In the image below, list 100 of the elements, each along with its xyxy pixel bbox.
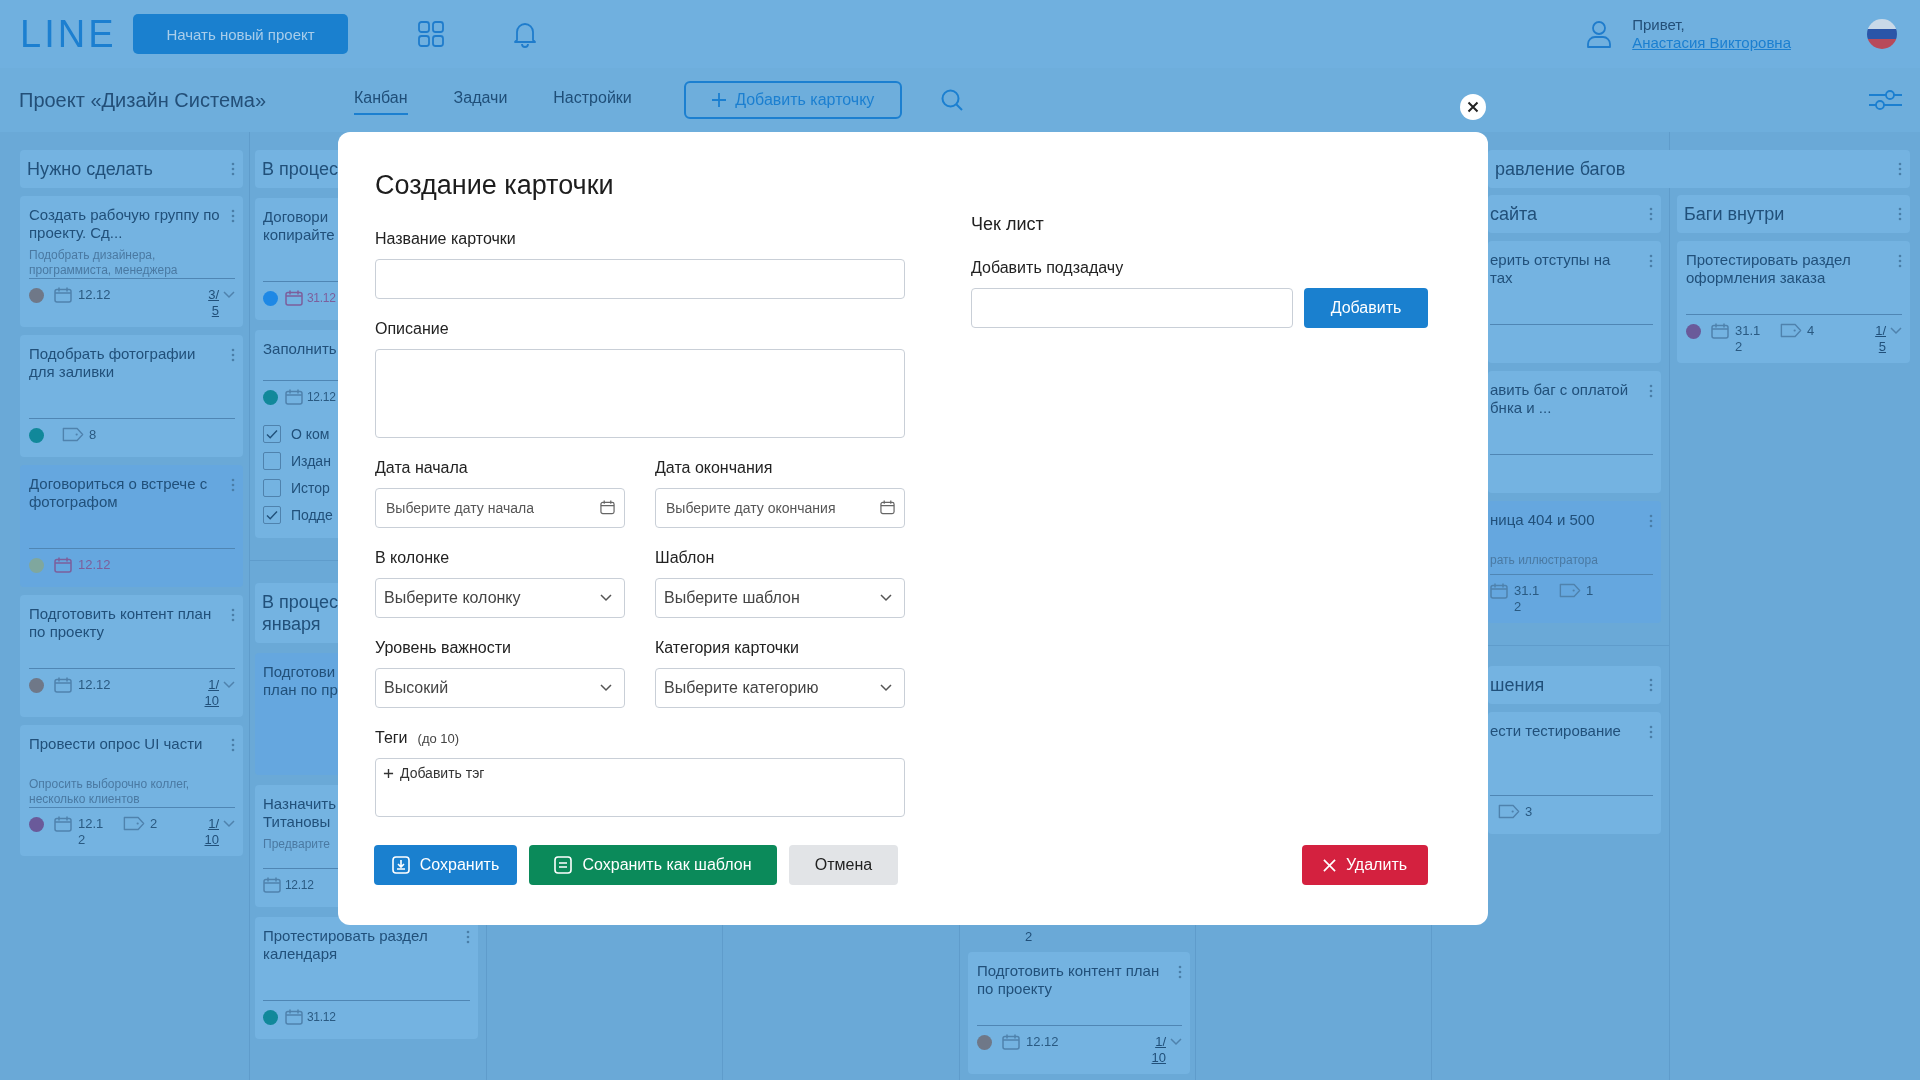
search-icon[interactable] [939, 88, 964, 112]
task-card[interactable]: ница 404 и 500 рать иллюстратора 31.12 1 [1488, 501, 1661, 623]
add-subtask-button[interactable]: Добавить [1304, 288, 1428, 328]
chevron-icon[interactable] [223, 291, 235, 299]
text-input[interactable] [375, 259, 905, 299]
flag-icon[interactable] [1866, 18, 1898, 50]
tag-count: 2 [150, 816, 158, 832]
task-card[interactable]: Протестировать раздел календаря 31.12 [255, 917, 478, 1039]
column-title: Нужно сделать [27, 158, 153, 181]
task-card[interactable]: ести тестирование 3 [1488, 712, 1661, 834]
card-title: Назначить Титановы [263, 795, 337, 831]
checkbox[interactable] [263, 479, 281, 497]
subtask-input[interactable] [971, 288, 1293, 328]
subtask-progress-link[interactable]: 1/5 [1869, 323, 1886, 355]
field-label: Дата окончания [655, 458, 773, 478]
card-date: 12.12 [1026, 1034, 1059, 1050]
more-icon[interactable] [1178, 965, 1182, 979]
card-date: 12.12 [285, 877, 314, 893]
chevron-icon[interactable] [223, 681, 235, 689]
tab[interactable]: Канбан [354, 85, 408, 115]
subtask-progress-link[interactable]: 1/10 [202, 677, 219, 709]
more-icon[interactable] [231, 162, 235, 176]
checkbox[interactable] [263, 506, 281, 524]
plus-icon [711, 92, 728, 108]
card-description: Опросить выборочно коллег, несколько клиентов [29, 777, 191, 807]
calendar-icon [880, 500, 895, 515]
select-dropdown[interactable]: Выберите колонку [375, 578, 625, 618]
select-dropdown[interactable]: Выберите шаблон [655, 578, 905, 618]
task-card[interactable]: ерить отступы на тах [1488, 241, 1661, 363]
task-card[interactable]: авить баг с оплатой бнка и ... [1488, 371, 1661, 493]
new-project-button[interactable]: Начать новый проект [133, 14, 348, 54]
chevron-icon[interactable] [1890, 327, 1902, 335]
chevron-icon [880, 684, 892, 692]
field-label: Добавить подзадачу [971, 258, 1125, 278]
checklist-title: Чек лист [971, 213, 1045, 236]
more-icon[interactable] [231, 608, 235, 622]
more-icon[interactable] [466, 930, 470, 944]
tags-field[interactable]: Добавить тэг [375, 758, 905, 817]
more-icon[interactable] [1649, 514, 1653, 528]
card-date: 2 [1024, 930, 1034, 944]
delete-button[interactable]: Удалить [1302, 845, 1428, 885]
select-dropdown[interactable]: Высокий [375, 668, 625, 708]
card-date: 31.12 [307, 290, 336, 306]
task-card[interactable]: Подобрать фотографии для заливки 8 [20, 335, 243, 457]
more-icon[interactable] [231, 478, 235, 492]
checkbox[interactable] [263, 452, 281, 470]
plus-icon [383, 767, 394, 779]
subtask-progress-link[interactable]: 1/10 [1149, 1034, 1166, 1066]
more-icon[interactable] [1898, 207, 1902, 221]
filter-icon[interactable] [1868, 88, 1902, 112]
task-card[interactable]: Провести опрос UI части Опросить выборочно коллег, несколько клиентов 12.12 2 1/10 [20, 725, 243, 856]
more-icon[interactable] [1649, 384, 1653, 398]
more-icon[interactable] [1898, 254, 1902, 268]
close-icon[interactable] [1459, 93, 1487, 121]
column-title: шения [1490, 674, 1545, 697]
chevron-icon[interactable] [1170, 1038, 1182, 1046]
more-icon[interactable] [1898, 162, 1902, 176]
more-icon[interactable] [1649, 207, 1653, 221]
card-title: Подобрать фотографии для заливки [29, 345, 197, 381]
save-button[interactable]: Сохранить [374, 845, 517, 885]
task-card[interactable]: Создать рабочую группу по проекту. Сд... Подобрать дизайнера, программиста, менеджера 12.12 3/5 [20, 196, 243, 327]
apps-grid-icon[interactable] [418, 21, 444, 47]
user-icon[interactable] [1586, 20, 1613, 48]
card-title: Протестировать раздел оформления заказа [1686, 251, 1852, 287]
more-icon[interactable] [231, 738, 235, 752]
more-icon[interactable] [1649, 725, 1653, 739]
greeting-text: Привет, [1632, 16, 1686, 34]
bell-icon[interactable] [512, 20, 538, 48]
date-field[interactable]: Выберите дату окончания [655, 488, 905, 528]
card-title: Договориться о встрече с фотографом [29, 475, 209, 511]
more-icon[interactable] [1649, 254, 1653, 268]
date-field[interactable]: Выберите дату начала [375, 488, 625, 528]
card-date: 31.12 [307, 1009, 336, 1025]
card-title: Подготовить контент план по проекту [977, 962, 1161, 998]
select-dropdown[interactable]: Выберите категорию [655, 668, 905, 708]
save-template-button[interactable]: Сохранить как шаблон [529, 845, 777, 885]
chevron-icon[interactable] [223, 820, 235, 828]
more-icon[interactable] [231, 209, 235, 223]
subtask-progress-link[interactable]: 3/5 [202, 287, 219, 319]
more-icon[interactable] [231, 348, 235, 362]
more-icon[interactable] [1649, 678, 1653, 692]
project-title: Проект «Дизайн Система» [19, 88, 267, 112]
checkbox[interactable] [263, 425, 281, 443]
description-field[interactable] [375, 349, 905, 438]
tag-count: 3 [1525, 804, 1533, 820]
add-tag-button[interactable]: Добавить тэг [383, 765, 485, 781]
subtask-progress-link[interactable]: 1/10 [202, 816, 219, 848]
field-label: В колонке [375, 548, 450, 568]
task-card[interactable]: Договориться о встрече с фотографом 12.12 [20, 465, 243, 587]
cancel-button[interactable]: Отмена [789, 845, 898, 885]
tab[interactable]: Задачи [453, 85, 508, 115]
card-title: Подготовить контент план по проекту [29, 605, 213, 641]
task-card[interactable]: Подготовить контент план по проекту 12.12 1/10 [968, 952, 1190, 1074]
tag-icon [123, 816, 145, 831]
task-card[interactable]: Подготовить контент план по проекту 12.12 1/10 [20, 595, 243, 717]
card-description: рать иллюстратора [1490, 553, 1599, 568]
task-card[interactable]: Протестировать раздел оформления заказа 31.12 4 1/5 [1677, 241, 1910, 363]
tab[interactable]: Настройки [553, 85, 632, 115]
field-label: Категория карточки [655, 638, 799, 658]
card-title: ести тестирование [1490, 722, 1621, 740]
